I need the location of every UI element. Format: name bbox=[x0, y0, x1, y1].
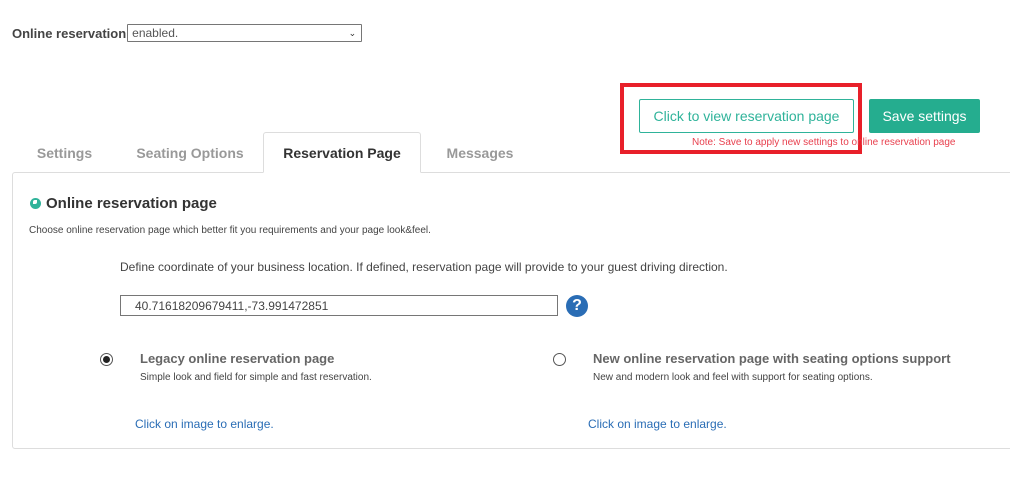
online-reservation-select[interactable]: enabled. ⌄ bbox=[127, 24, 363, 42]
new-page-description: New and modern look and feel with suppor… bbox=[593, 372, 873, 383]
legacy-enlarge-link[interactable]: Click on image to enlarge. bbox=[135, 417, 274, 431]
panel-description: Choose online reservation page which bet… bbox=[29, 225, 431, 236]
chevron-down-icon: ⌄ bbox=[348, 27, 357, 38]
tab-messages[interactable]: Messages bbox=[421, 132, 539, 173]
online-reservation-select-value: enabled. bbox=[132, 26, 179, 40]
coordinate-input[interactable]: 40.71618209679411,-73.991472851 bbox=[120, 295, 558, 316]
tab-reservation-page[interactable]: Reservation Page bbox=[263, 132, 421, 173]
legacy-page-description: Simple look and field for simple and fas… bbox=[140, 372, 372, 383]
reservation-page-panel: Online reservation page Choose online re… bbox=[12, 172, 1010, 449]
panel-title: Online reservation page bbox=[30, 195, 217, 212]
view-reservation-page-button[interactable]: Click to view reservation page bbox=[639, 99, 854, 133]
globe-icon bbox=[30, 198, 41, 209]
save-settings-button[interactable]: Save settings bbox=[869, 99, 980, 133]
new-page-title: New online reservation page with seating… bbox=[593, 351, 951, 366]
panel-title-text: Online reservation page bbox=[46, 195, 217, 212]
tab-bar: Settings Seating Options Reservation Pag… bbox=[12, 132, 539, 173]
help-icon[interactable]: ? bbox=[566, 295, 588, 317]
coordinate-description: Define coordinate of your business locat… bbox=[120, 260, 728, 274]
new-enlarge-link[interactable]: Click on image to enlarge. bbox=[588, 417, 727, 431]
legacy-page-title: Legacy online reservation page bbox=[140, 351, 335, 366]
new-page-radio[interactable] bbox=[553, 353, 566, 366]
tab-settings[interactable]: Settings bbox=[12, 132, 117, 173]
online-reservation-label: Online reservation bbox=[12, 25, 127, 41]
save-note: Note: Save to apply new settings to onli… bbox=[692, 137, 956, 148]
tab-seating-options[interactable]: Seating Options bbox=[117, 132, 263, 173]
legacy-page-radio[interactable] bbox=[100, 353, 113, 366]
online-reservation-row: Online reservation enabled. ⌄ bbox=[12, 24, 363, 42]
